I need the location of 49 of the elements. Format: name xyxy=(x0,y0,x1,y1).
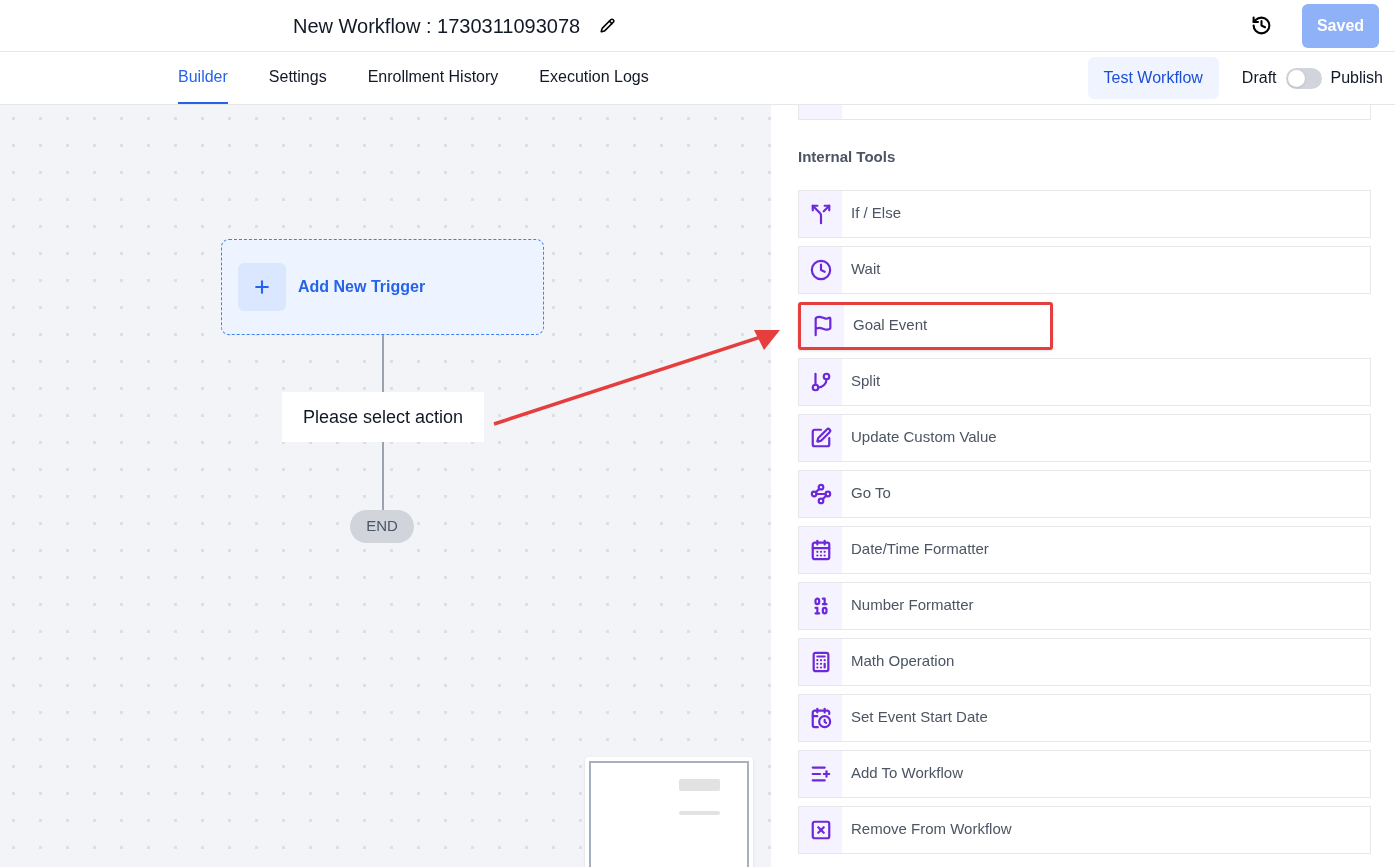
tool-item[interactable]: Update Custom Value xyxy=(798,413,1371,462)
history-icon[interactable] xyxy=(1251,15,1272,36)
tool-label: If / Else xyxy=(851,203,902,224)
tool-item[interactable]: Remove From Workflow xyxy=(798,805,1371,854)
tool-item[interactable]: Date/Time Formatter xyxy=(798,525,1371,574)
tool-label: Update Custom Value xyxy=(851,427,997,448)
branch-icon xyxy=(809,370,832,393)
tool-label: Remove From Workflow xyxy=(851,819,1012,840)
end-node: END xyxy=(350,510,414,543)
tool-label: Go To xyxy=(851,483,891,504)
draft-label: Draft xyxy=(1241,68,1277,88)
trigger-label: Add New Trigger xyxy=(298,277,426,297)
tab[interactable]: Execution Logs xyxy=(539,52,649,104)
tool-label: Set Event Start Date xyxy=(851,707,988,728)
publish-label: Publish xyxy=(1330,68,1383,88)
tool-item[interactable]: Add To Workflow xyxy=(798,749,1371,798)
split-arrows-icon xyxy=(809,202,832,225)
edit-icon xyxy=(809,426,832,449)
action-node[interactable]: Please select action xyxy=(282,392,484,442)
tool-item[interactable]: Goal Event xyxy=(798,301,1053,350)
tool-item[interactable]: Wait xyxy=(798,245,1371,294)
test-workflow-button[interactable]: Test Workflow xyxy=(1087,57,1219,99)
tool-label: Number Formatter xyxy=(851,595,974,616)
tool-item[interactable]: Math Operation xyxy=(798,637,1371,686)
tool-label: Wait xyxy=(851,259,881,280)
section-heading: Internal Tools xyxy=(798,147,897,167)
tool-item[interactable]: Split xyxy=(798,357,1371,406)
tab[interactable]: Enrollment History xyxy=(367,52,499,104)
tool-label: Add To Workflow xyxy=(851,763,963,784)
tool-label: Goal Event xyxy=(853,315,928,336)
calendar-icon xyxy=(809,706,832,729)
tab[interactable]: Settings xyxy=(268,52,327,104)
tool-label: Split xyxy=(851,371,881,392)
tool-label: Date/Time Formatter xyxy=(851,539,989,560)
path-icon xyxy=(809,482,832,505)
trigger-node[interactable]: Add New Trigger xyxy=(221,239,544,335)
icon-tile xyxy=(799,105,842,119)
calendar-icon xyxy=(809,538,832,561)
workflow-title: New Workflow : 1730311093078 xyxy=(293,13,581,39)
edit-icon[interactable] xyxy=(600,18,616,33)
remove-icon xyxy=(809,818,832,841)
tool-label: Math Operation xyxy=(851,651,955,672)
tool-item[interactable]: Set Event Start Date xyxy=(798,693,1371,742)
tool-item[interactable]: Number Formatter xyxy=(798,581,1371,630)
tool-item[interactable]: If / Else xyxy=(798,189,1371,238)
plus-icon xyxy=(252,277,272,297)
publish-toggle[interactable] xyxy=(1285,67,1322,89)
clock-icon xyxy=(809,258,832,281)
tool-item[interactable]: Go To xyxy=(798,469,1371,518)
